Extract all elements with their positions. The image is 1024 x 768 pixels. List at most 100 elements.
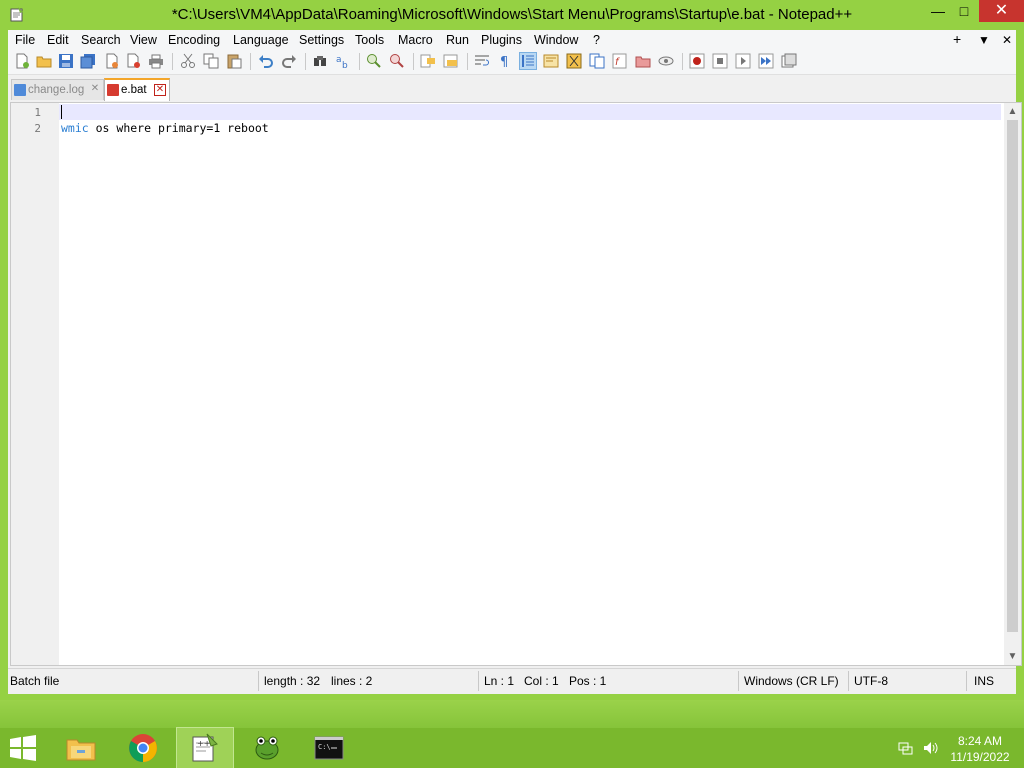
vertical-scrollbar[interactable]: ▲ ▼ — [1004, 103, 1021, 665]
svg-text:++: ++ — [197, 739, 210, 748]
tab-list-dropdown-icon[interactable]: ▼ — [978, 33, 990, 47]
status-encoding[interactable]: UTF-8 — [854, 674, 888, 688]
menu-run[interactable]: Run — [446, 33, 469, 47]
menu-search[interactable]: Search — [81, 33, 121, 47]
clock-time: 8:24 AM — [957, 734, 1003, 748]
tab-change-log[interactable]: change.log ✕ — [11, 79, 104, 100]
macro-play-icon[interactable] — [735, 53, 751, 69]
macro-save-icon[interactable] — [781, 53, 797, 69]
scrollbar-thumb[interactable] — [1007, 120, 1018, 632]
status-eol[interactable]: Windows (CR LF) — [744, 674, 839, 688]
line-number: 2 — [34, 122, 41, 135]
function-list-icon[interactable]: f — [612, 53, 628, 69]
toolbar-separator — [467, 53, 468, 70]
menu-encoding[interactable]: Encoding — [168, 33, 220, 47]
title-bar[interactable]: *C:\Users\VM4\AppData\Roaming\Microsoft\… — [0, 0, 1024, 30]
code-line-2[interactable]: wmic os where primary=1 reboot — [61, 121, 269, 135]
sync-horizontal-icon[interactable] — [443, 53, 459, 69]
volume-icon[interactable] — [922, 740, 938, 756]
scroll-down-arrow-icon[interactable]: ▼ — [1004, 648, 1021, 665]
document-map-icon[interactable] — [566, 53, 582, 69]
windows-start-icon[interactable] — [8, 735, 38, 761]
menu-view[interactable]: View — [130, 33, 157, 47]
toolbar-separator — [682, 53, 683, 70]
scroll-up-arrow-icon[interactable]: ▲ — [1004, 103, 1021, 120]
taskbar-file-explorer[interactable] — [53, 728, 109, 768]
menu-settings[interactable]: Settings — [299, 33, 344, 47]
taskbar-frog-app[interactable] — [239, 728, 295, 768]
save-icon[interactable] — [58, 53, 74, 69]
macro-run-multiple-icon[interactable] — [758, 53, 774, 69]
network-icon[interactable] — [898, 740, 914, 756]
redo-icon[interactable] — [281, 53, 297, 69]
current-line-highlight — [59, 104, 1001, 120]
close-button[interactable]: ✕ — [979, 0, 1024, 22]
undo-icon[interactable] — [258, 53, 274, 69]
zoom-in-icon[interactable] — [366, 53, 382, 69]
sync-vertical-icon[interactable] — [420, 53, 436, 69]
paste-icon[interactable] — [226, 53, 242, 69]
menu-bar: File Edit Search View Encoding Language … — [8, 30, 1016, 50]
taskbar-notepad-plus-plus[interactable]: ++ — [176, 727, 234, 768]
maximize-button[interactable]: □ — [951, 0, 977, 22]
status-separator — [848, 671, 849, 691]
close-file-icon[interactable] — [104, 53, 120, 69]
close-all-icon[interactable] — [126, 53, 142, 69]
taskbar: ++ C:\ 8:24 AM 11/19/2022 — [0, 727, 1024, 768]
frog-app-icon — [255, 736, 279, 760]
monitoring-eye-icon[interactable] — [658, 53, 674, 69]
system-clock[interactable]: 8:24 AM 11/19/2022 — [942, 733, 1018, 765]
status-insert-mode: INS — [974, 674, 995, 688]
status-separator — [258, 671, 259, 691]
menu-language[interactable]: Language — [233, 33, 289, 47]
cut-icon[interactable] — [180, 53, 196, 69]
taskbar-chrome[interactable] — [115, 728, 171, 768]
replace-icon[interactable]: ab — [335, 53, 351, 69]
menu-plugins[interactable]: Plugins — [481, 33, 522, 47]
save-all-icon[interactable] — [80, 53, 96, 69]
taskbar-command-prompt[interactable]: C:\ — [301, 728, 357, 768]
print-icon[interactable] — [148, 53, 164, 69]
open-file-icon[interactable] — [36, 53, 52, 69]
copy-icon[interactable] — [203, 53, 219, 69]
toolbar-separator — [172, 53, 173, 70]
close-document-icon[interactable]: ✕ — [1002, 33, 1012, 47]
text-editor[interactable]: 1 2 wmic os where primary=1 reboot ▲ ▼ — [10, 102, 1022, 666]
document-list-icon[interactable] — [589, 53, 605, 69]
new-file-icon[interactable] — [14, 53, 30, 69]
tab-label: change.log — [28, 84, 85, 96]
status-separator — [478, 671, 479, 691]
notepad-plus-plus-icon: ++ — [192, 733, 218, 762]
macro-stop-icon[interactable] — [712, 53, 728, 69]
desktop-wallpaper — [0, 700, 1024, 728]
status-separator — [966, 671, 967, 691]
tab-e-bat[interactable]: e.bat ✕ — [104, 78, 170, 101]
word-wrap-icon[interactable] — [474, 53, 490, 69]
show-all-characters-icon[interactable]: ¶ — [497, 53, 513, 69]
new-tab-plus-icon[interactable]: + — [953, 31, 961, 47]
menu-file[interactable]: File — [15, 33, 35, 47]
file-explorer-icon — [66, 739, 96, 761]
status-column: Col : 1 — [524, 674, 559, 688]
minimize-button[interactable]: — — [925, 0, 951, 22]
tab-close-icon[interactable]: ✕ — [154, 84, 166, 96]
user-defined-language-icon[interactable] — [543, 53, 559, 69]
tab-close-icon[interactable]: ✕ — [90, 84, 100, 94]
menu-help[interactable]: ? — [593, 33, 600, 47]
menu-window[interactable]: Window — [534, 33, 578, 47]
toolbar-separator — [413, 53, 414, 70]
macro-record-icon[interactable] — [689, 53, 705, 69]
unsaved-document-icon — [107, 84, 119, 96]
find-icon[interactable] — [312, 53, 328, 69]
menu-macro[interactable]: Macro — [398, 33, 433, 47]
svg-text:b: b — [342, 61, 348, 69]
zoom-out-icon[interactable] — [389, 53, 405, 69]
menu-tools[interactable]: Tools — [355, 33, 384, 47]
line-number-gutter: 1 2 — [11, 103, 59, 665]
clock-date: 11/19/2022 — [950, 750, 1010, 764]
text-caret — [61, 105, 62, 119]
indent-guide-icon[interactable] — [519, 52, 537, 70]
folder-as-workspace-icon[interactable] — [635, 53, 651, 69]
status-file-type: Batch file — [10, 674, 60, 688]
menu-edit[interactable]: Edit — [47, 33, 69, 47]
